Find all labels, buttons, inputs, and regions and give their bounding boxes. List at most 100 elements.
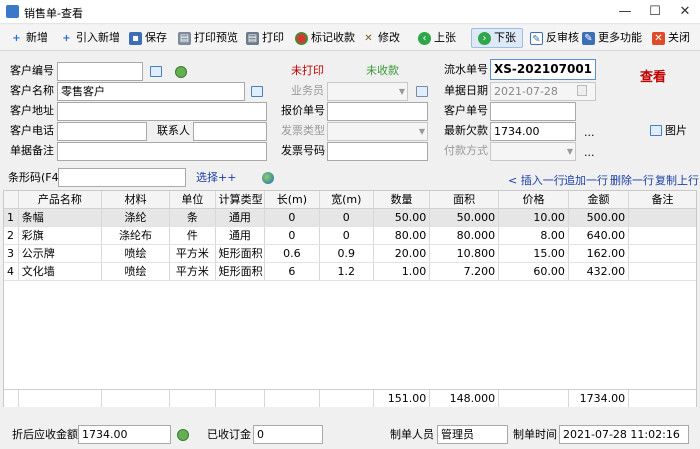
remark-input[interactable] [57, 142, 267, 161]
customer-info-icon[interactable] [175, 66, 187, 78]
latest-debt-input[interactable]: 1734.00 [490, 122, 576, 141]
time-input[interactable]: 2021-07-28 11:02:16 [559, 425, 689, 444]
column-header-remark[interactable]: 备注 [629, 191, 696, 208]
save-button[interactable]: ▪ 保存 [129, 28, 167, 48]
quote-no-input[interactable] [327, 102, 428, 121]
calc-type-cell[interactable]: 通用 [216, 227, 266, 244]
remark-cell[interactable] [629, 227, 696, 244]
width-cell[interactable]: 0.9 [320, 245, 374, 262]
price-cell[interactable]: 8.00 [499, 227, 569, 244]
salesman-link-icon[interactable] [416, 86, 428, 97]
length-cell[interactable]: 6 [265, 263, 320, 280]
close-window-icon[interactable]: ✕ [670, 0, 700, 24]
debt-more-button[interactable]: ... [584, 124, 595, 142]
amount-cell[interactable]: 162.00 [569, 245, 630, 262]
invoice-type-select[interactable]: ▼ [327, 122, 428, 141]
delete-row-link[interactable]: 删除一行 [610, 172, 654, 190]
contact-input[interactable] [193, 122, 267, 141]
column-header-length[interactable]: 长(m) [265, 191, 320, 208]
unit-cell[interactable]: 平方米 [170, 245, 216, 262]
append-row-link[interactable]: 追加一行 [564, 172, 608, 190]
column-header-amount[interactable]: 金额 [569, 191, 630, 208]
material-cell[interactable]: 涤纶布 [102, 227, 170, 244]
column-header-width[interactable]: 宽(m) [320, 191, 374, 208]
prev-button[interactable]: ‹ 上张 [418, 28, 456, 48]
length-cell[interactable]: 0 [265, 209, 320, 226]
quantity-cell[interactable]: 20.00 [374, 245, 431, 262]
unit-cell[interactable]: 件 [170, 227, 216, 244]
column-header-material[interactable]: 材料 [102, 191, 170, 208]
remark-cell[interactable] [629, 245, 696, 262]
search-icon[interactable] [150, 66, 162, 77]
customer-name-input[interactable]: 零售客户 [57, 82, 245, 101]
globe-icon[interactable] [262, 172, 274, 184]
remark-cell[interactable] [629, 209, 696, 226]
column-header-quantity[interactable]: 数量 [374, 191, 431, 208]
print-preview-button[interactable]: ▤ 打印预览 [178, 28, 238, 48]
area-cell[interactable]: 10.800 [430, 245, 500, 262]
column-header-unit[interactable]: 单位 [170, 191, 216, 208]
edit-button[interactable]: ✕ 修改 [362, 28, 400, 48]
product-cell[interactable]: 条幅 [19, 209, 103, 226]
table-row[interactable]: 1 条幅 涤纶 条 通用 0 0 50.00 50.000 10.00 500.… [4, 209, 696, 227]
mark-received-button[interactable]: 标记收款 [295, 28, 355, 48]
calc-type-cell[interactable]: 矩形面积 [216, 263, 266, 280]
barcode-input[interactable] [58, 168, 186, 187]
print-button[interactable]: ▤ 打印 [246, 28, 284, 48]
insert-row-link[interactable]: < 插入一行 [508, 172, 565, 190]
quantity-cell[interactable]: 80.00 [374, 227, 431, 244]
calendar-icon[interactable] [577, 85, 587, 96]
unit-cell[interactable]: 条 [170, 209, 216, 226]
price-cell[interactable]: 10.00 [499, 209, 569, 226]
area-cell[interactable]: 7.200 [430, 263, 500, 280]
copy-row-link[interactable]: 复制上行 [655, 172, 699, 190]
calc-type-cell[interactable]: 通用 [216, 209, 266, 226]
column-header-area[interactable]: 面积 [430, 191, 500, 208]
material-cell[interactable]: 喷绘 [102, 245, 170, 262]
material-cell[interactable]: 涤纶 [102, 209, 170, 226]
quantity-cell[interactable]: 1.00 [374, 263, 431, 280]
width-cell[interactable]: 1.2 [320, 263, 374, 280]
amount-cell[interactable]: 500.00 [569, 209, 630, 226]
calc-type-cell[interactable]: 矩形面积 [216, 245, 266, 262]
payment-select[interactable]: ▼ [490, 142, 576, 161]
new-button[interactable]: + 新增 [10, 28, 48, 48]
column-header-calc-type[interactable]: 计算类型 [216, 191, 266, 208]
width-cell[interactable]: 0 [320, 209, 374, 226]
maximize-icon[interactable]: ☐ [640, 0, 670, 24]
quantity-cell[interactable]: 50.00 [374, 209, 431, 226]
remark-cell[interactable] [629, 263, 696, 280]
discounted-input[interactable]: 1734.00 [78, 425, 171, 444]
image-label[interactable]: 图片 [665, 122, 687, 140]
length-cell[interactable]: 0.6 [265, 245, 320, 262]
area-cell[interactable]: 80.000 [430, 227, 500, 244]
table-row[interactable]: 4 文化墙 喷绘 平方米 矩形面积 6 1.2 1.00 7.200 60.00… [4, 263, 696, 281]
product-cell[interactable]: 文化墙 [19, 263, 103, 280]
price-cell[interactable]: 15.00 [499, 245, 569, 262]
price-cell[interactable]: 60.00 [499, 263, 569, 280]
unaudit-button[interactable]: ✎ 反审核 [530, 28, 579, 48]
customer-code-input[interactable] [57, 62, 143, 81]
length-cell[interactable]: 0 [265, 227, 320, 244]
payment-more-button[interactable]: ... [584, 144, 595, 162]
table-row[interactable]: 2 彩旗 涤纶布 件 通用 0 0 80.00 80.000 8.00 640.… [4, 227, 696, 245]
column-header-price[interactable]: 价格 [499, 191, 569, 208]
customer-card-icon[interactable] [251, 86, 263, 97]
more-button[interactable]: ✎ 更多功能 [582, 28, 642, 48]
minimize-icon[interactable]: — [610, 0, 640, 24]
select-plus-link[interactable]: 选择++ [196, 169, 236, 187]
area-cell[interactable]: 50.000 [430, 209, 500, 226]
product-cell[interactable]: 彩旗 [19, 227, 103, 244]
unit-cell[interactable]: 平方米 [170, 263, 216, 280]
customer-phone-input[interactable] [57, 122, 147, 141]
customer-order-input[interactable] [490, 102, 576, 121]
close-button[interactable]: ✕ 关闭 [652, 28, 690, 48]
invoice-no-input[interactable] [327, 142, 428, 161]
table-row[interactable]: 3 公示牌 喷绘 平方米 矩形面积 0.6 0.9 20.00 10.800 1… [4, 245, 696, 263]
material-cell[interactable]: 喷绘 [102, 263, 170, 280]
salesman-select[interactable]: ▼ [327, 82, 408, 101]
import-new-button[interactable]: + 引入新增 [60, 28, 120, 48]
serial-input[interactable]: XS-202107001 [490, 59, 596, 80]
deposit-input[interactable]: 0 [253, 425, 323, 444]
customer-address-input[interactable] [57, 102, 267, 121]
